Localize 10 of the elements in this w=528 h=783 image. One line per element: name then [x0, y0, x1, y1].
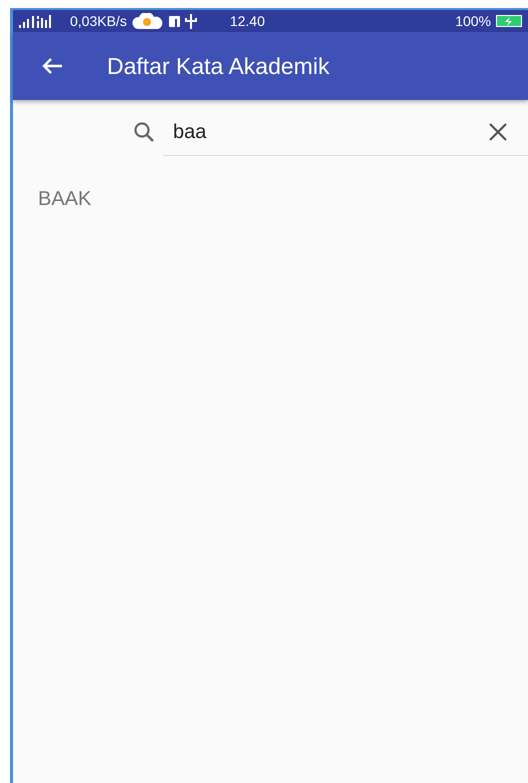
network-speed: 0,03KB/s	[70, 12, 127, 30]
app-title: Daftar Kata Akademik	[107, 52, 330, 81]
clear-icon[interactable]	[488, 122, 508, 142]
back-arrow-icon[interactable]	[41, 57, 63, 75]
battery-percent: 100%	[455, 12, 491, 30]
result-item[interactable]: BAAK	[13, 156, 528, 214]
search-icon	[133, 121, 155, 143]
search-field[interactable]: baa	[163, 116, 488, 146]
status-time: 12.40	[230, 12, 265, 30]
cloud-icon	[132, 13, 164, 29]
